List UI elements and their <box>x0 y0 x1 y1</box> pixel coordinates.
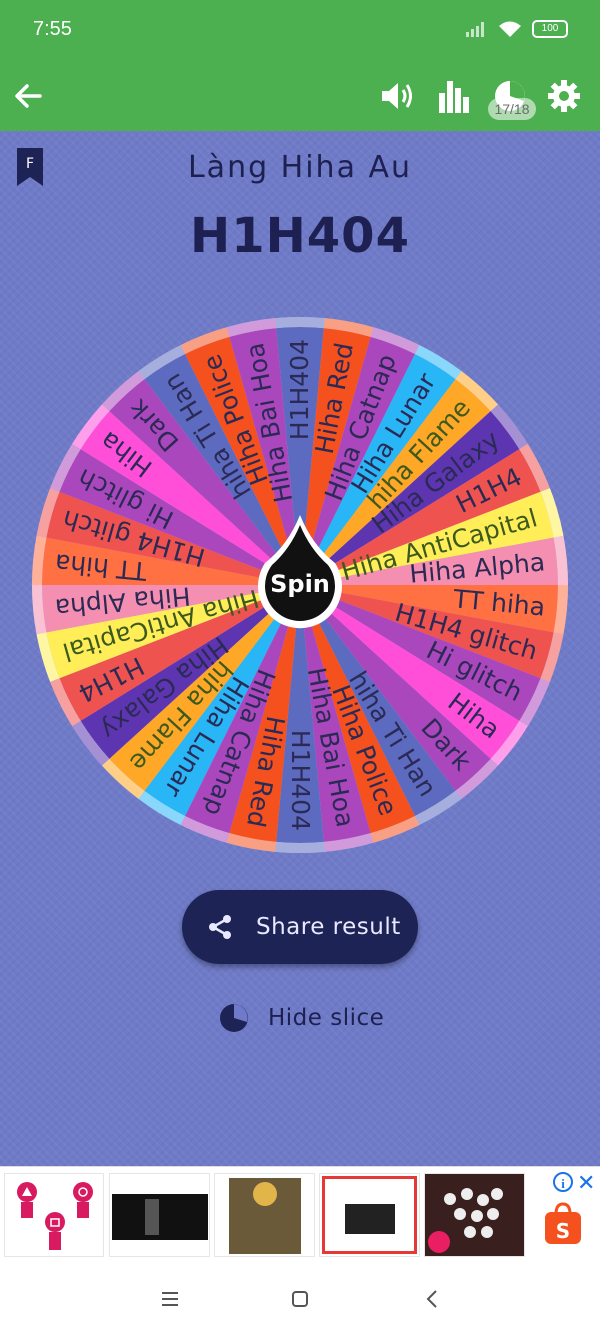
ad-product-image[interactable] <box>424 1173 525 1257</box>
stats-button[interactable] <box>430 72 478 120</box>
back-nav-button[interactable] <box>417 1284 447 1314</box>
home-button[interactable] <box>285 1284 315 1314</box>
app-bar <box>0 62 600 131</box>
ad-close-icon[interactable]: ✕ <box>577 1170 595 1196</box>
share-icon <box>209 915 231 939</box>
volume-icon <box>382 83 412 109</box>
bar-chart-icon <box>439 81 469 113</box>
svg-text:S: S <box>556 1219 570 1243</box>
wifi-icon <box>499 21 521 37</box>
ad-product-image[interactable] <box>214 1173 315 1257</box>
wheel-subtitle: Làng Hiha Au <box>187 150 413 185</box>
recents-button[interactable] <box>155 1284 185 1314</box>
battery-indicator: 100 <box>532 20 568 38</box>
ad-product-image[interactable] <box>4 1173 104 1257</box>
ad-info-icon[interactable]: i <box>553 1172 573 1192</box>
spin-label: Spin <box>270 570 330 598</box>
result-title: H1H404 <box>190 208 410 264</box>
status-time: 7:55 <box>33 18 72 40</box>
share-result-button[interactable]: Share result <box>182 890 418 964</box>
signal-icon <box>466 22 484 37</box>
pie-icon <box>220 1004 248 1032</box>
wheel-slice-label: H1H404 <box>286 730 315 831</box>
hide-slice-label: Hide slice <box>268 1005 385 1031</box>
wheel-slice-label: H1H404 <box>285 339 314 440</box>
ad-product-image[interactable] <box>109 1173 210 1257</box>
hide-slice-button[interactable]: Hide slice <box>218 1000 384 1036</box>
settings-button[interactable] <box>540 72 588 120</box>
wheel-rim-segment <box>275 317 325 329</box>
status-bar: 7:55 100 <box>0 0 600 62</box>
chevron-left-icon <box>426 1290 437 1308</box>
wheel-rim-segment <box>275 841 325 853</box>
arrow-back-icon <box>15 84 42 108</box>
slice-counter-badge: 17/18 <box>488 98 536 120</box>
system-nav-bar <box>0 1262 600 1333</box>
gear-icon <box>548 80 580 112</box>
share-result-label: Share result <box>256 914 401 940</box>
sound-button[interactable] <box>374 72 422 120</box>
shopee-icon[interactable]: S <box>543 1202 583 1246</box>
ad-banner[interactable]: i ✕ S <box>0 1166 600 1263</box>
back-button[interactable] <box>4 72 52 120</box>
ad-product-image[interactable] <box>319 1173 420 1257</box>
spin-wheel[interactable]: H1H404Hiha RedHiha CatnapHiha Lunarhiha … <box>30 315 570 855</box>
menu-icon <box>162 1292 178 1306</box>
square-icon <box>292 1291 308 1307</box>
